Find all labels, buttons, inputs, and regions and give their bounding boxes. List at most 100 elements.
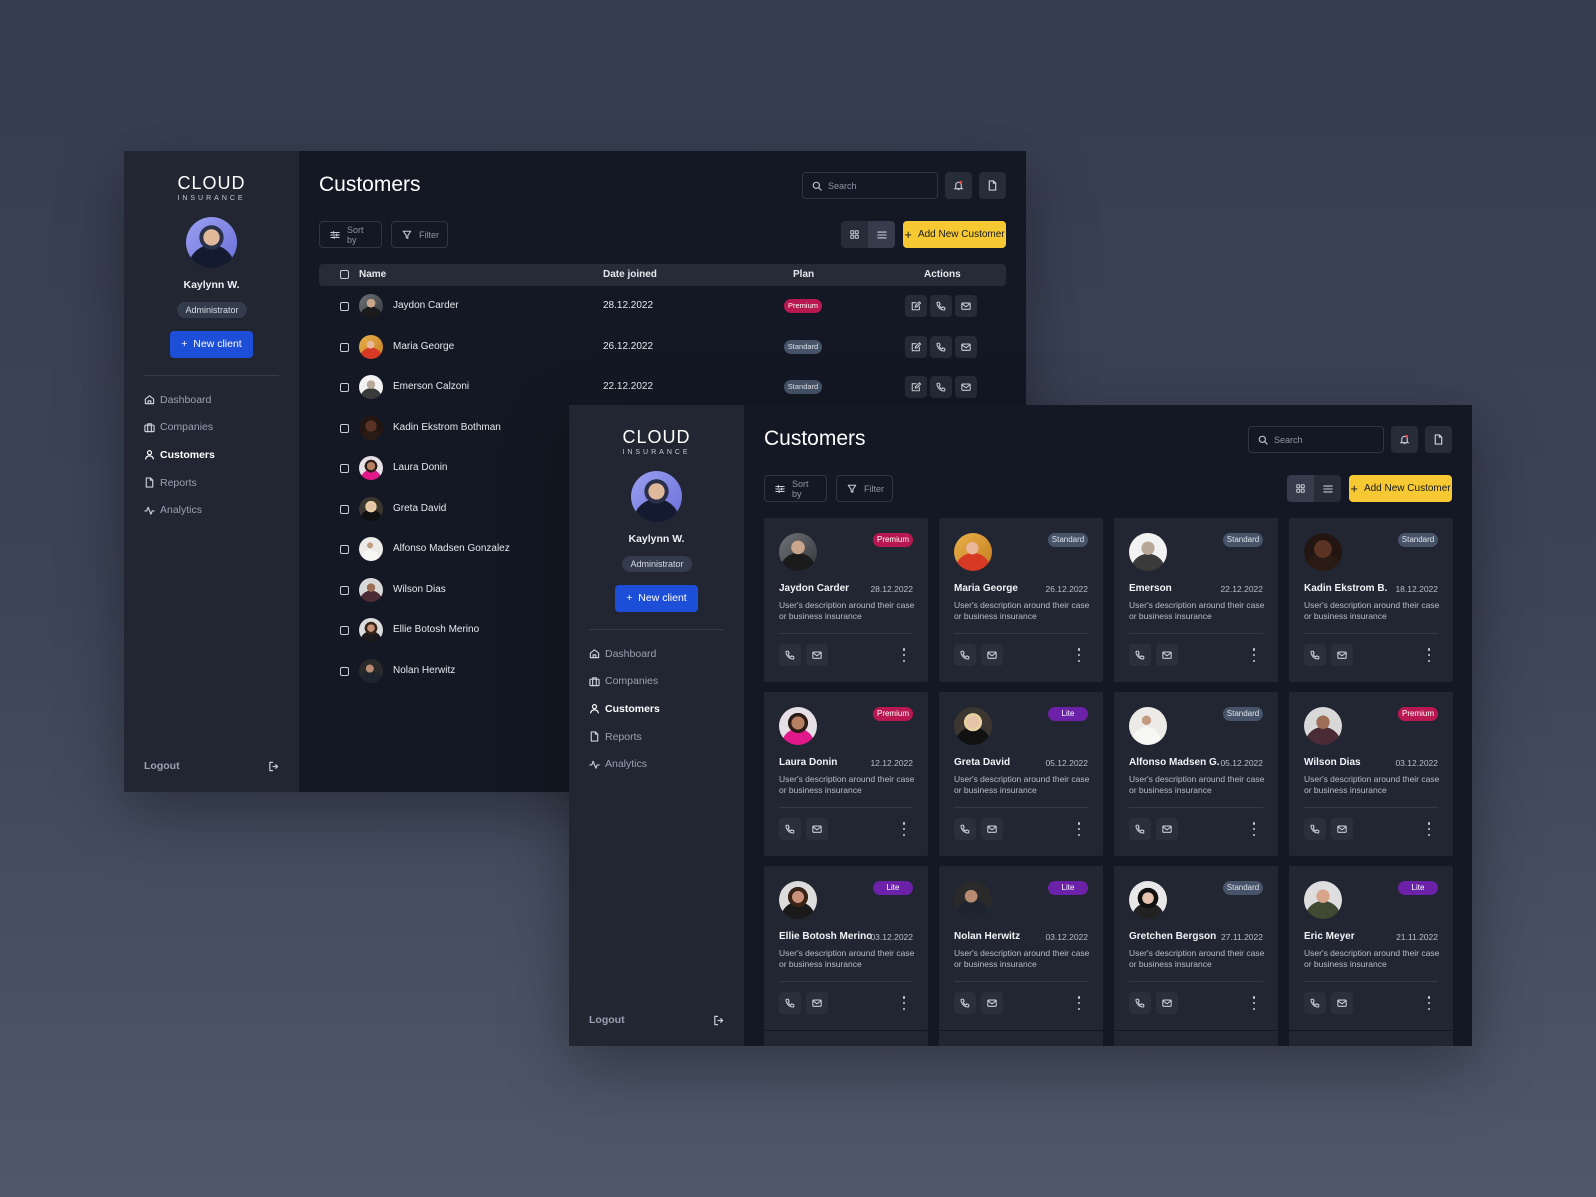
- customer-card[interactable]: [1289, 1031, 1453, 1046]
- email-button[interactable]: [955, 376, 977, 398]
- row-checkbox[interactable]: [340, 545, 349, 554]
- customer-card[interactable]: Standard Emerson 22.12.2022 User's descr…: [1114, 518, 1278, 682]
- customer-card[interactable]: Premium Jaydon Carder 28.12.2022 User's …: [764, 518, 928, 682]
- customer-name[interactable]: Nolan Herwitz: [954, 931, 1020, 942]
- edit-button[interactable]: [905, 376, 927, 398]
- customer-name[interactable]: Ellie Botosh Merino: [779, 931, 872, 942]
- more-options-icon[interactable]: [1252, 996, 1256, 1010]
- customer-card[interactable]: Lite Eric Meyer 21.11.2022 User's descri…: [1289, 866, 1453, 1030]
- sidebar-item-analytics[interactable]: Analytics: [589, 750, 729, 778]
- row-checkbox[interactable]: [340, 626, 349, 635]
- email-button[interactable]: [955, 295, 977, 317]
- grid-view-button[interactable]: [841, 221, 868, 248]
- row-checkbox[interactable]: [340, 342, 349, 352]
- edit-button[interactable]: [905, 295, 927, 317]
- call-button[interactable]: [954, 992, 976, 1014]
- customer-name[interactable]: Emerson: [1129, 583, 1172, 594]
- call-button[interactable]: [1304, 644, 1326, 666]
- row-checkbox[interactable]: [340, 383, 349, 392]
- email-button[interactable]: [981, 818, 1003, 840]
- more-options-icon[interactable]: [1077, 822, 1081, 836]
- column-name[interactable]: Name: [359, 269, 386, 280]
- email-button[interactable]: [806, 644, 828, 666]
- sidebar-item-companies[interactable]: Companies: [144, 414, 284, 442]
- customer-name[interactable]: Wilson Dias: [393, 584, 446, 595]
- table-row[interactable]: Jaydon Carder 28.12.2022 Premium: [319, 286, 1006, 326]
- more-options-icon[interactable]: [1252, 822, 1256, 836]
- row-checkbox[interactable]: [340, 585, 349, 595]
- add-new-customer-button[interactable]: + Add New Customer: [903, 221, 1006, 248]
- email-button[interactable]: [806, 992, 828, 1014]
- call-button[interactable]: [1304, 992, 1326, 1014]
- sidebar-item-customers[interactable]: Customers: [144, 441, 284, 469]
- call-button[interactable]: [779, 818, 801, 840]
- call-button[interactable]: [779, 992, 801, 1014]
- documents-button[interactable]: [1425, 426, 1452, 453]
- customer-card[interactable]: [1114, 1031, 1278, 1046]
- more-options-icon[interactable]: [1077, 648, 1081, 662]
- customer-name[interactable]: Laura Donin: [393, 462, 447, 473]
- row-checkbox[interactable]: [340, 464, 349, 473]
- customer-name[interactable]: Alfonso Madsen Gonzalez: [393, 543, 510, 554]
- customer-name[interactable]: Eric Meyer: [1304, 931, 1355, 942]
- customer-card[interactable]: Premium Wilson Dias 03.12.2022 User's de…: [1289, 692, 1453, 856]
- new-client-button[interactable]: + New client: [615, 585, 698, 612]
- customer-card[interactable]: [764, 1031, 928, 1046]
- table-row[interactable]: Emerson Calzoni 22.12.2022 Standard: [319, 367, 1006, 407]
- call-button[interactable]: [930, 335, 952, 358]
- customer-name[interactable]: Greta David: [393, 503, 446, 514]
- customer-card[interactable]: Lite Greta David 05.12.2022 User's descr…: [939, 692, 1103, 856]
- more-options-icon[interactable]: [1252, 648, 1256, 662]
- customer-name[interactable]: Wilson Dias: [1304, 757, 1361, 768]
- call-button[interactable]: [930, 376, 952, 398]
- customer-name[interactable]: Jaydon Carder: [779, 583, 849, 594]
- more-options-icon[interactable]: [902, 822, 906, 836]
- customer-name[interactable]: Greta David: [954, 757, 1010, 768]
- new-client-button[interactable]: + New client: [170, 331, 253, 358]
- sort-by-button[interactable]: Sort by: [319, 221, 382, 248]
- email-button[interactable]: [1331, 644, 1353, 666]
- more-options-icon[interactable]: [902, 648, 906, 662]
- filter-button[interactable]: Filter: [836, 475, 893, 502]
- customer-card[interactable]: [939, 1031, 1103, 1046]
- call-button[interactable]: [1129, 644, 1151, 666]
- customer-name[interactable]: Ellie Botosh Merino: [393, 624, 479, 635]
- call-button[interactable]: [930, 295, 952, 317]
- sort-by-button[interactable]: Sort by: [764, 475, 827, 502]
- add-new-customer-button[interactable]: + Add New Customer: [1349, 475, 1452, 502]
- customer-name[interactable]: Emerson Calzoni: [393, 381, 469, 392]
- edit-button[interactable]: [905, 335, 927, 358]
- search-input[interactable]: Search: [1248, 426, 1384, 453]
- sidebar-item-reports[interactable]: Reports: [144, 469, 284, 497]
- email-button[interactable]: [1156, 818, 1178, 840]
- call-button[interactable]: [954, 818, 976, 840]
- row-checkbox[interactable]: [340, 302, 349, 311]
- table-row[interactable]: Maria George 26.12.2022 Standard: [319, 327, 1006, 367]
- notifications-button[interactable]: [945, 172, 972, 199]
- sidebar-item-analytics[interactable]: Analytics: [144, 496, 284, 524]
- more-options-icon[interactable]: [1427, 996, 1431, 1010]
- customer-name[interactable]: Maria George: [393, 341, 454, 352]
- sidebar-item-dashboard[interactable]: Dashboard: [589, 640, 729, 668]
- customer-card[interactable]: Standard Kadin Ekstrom B. 18.12.2022 Use…: [1289, 518, 1453, 682]
- documents-button[interactable]: [979, 172, 1006, 199]
- customer-name[interactable]: Nolan Herwitz: [393, 665, 455, 676]
- more-options-icon[interactable]: [1077, 996, 1081, 1010]
- email-button[interactable]: [1156, 644, 1178, 666]
- call-button[interactable]: [779, 644, 801, 666]
- email-button[interactable]: [1156, 992, 1178, 1014]
- filter-button[interactable]: Filter: [391, 221, 448, 248]
- column-plan[interactable]: Plan: [793, 269, 814, 280]
- notifications-button[interactable]: [1391, 426, 1418, 453]
- customer-name[interactable]: Maria George: [954, 583, 1018, 594]
- email-button[interactable]: [981, 644, 1003, 666]
- customer-card[interactable]: Lite Ellie Botosh Merino 03.12.2022 User…: [764, 866, 928, 1030]
- list-view-button[interactable]: [1314, 475, 1341, 502]
- grid-view-button[interactable]: [1287, 475, 1314, 502]
- call-button[interactable]: [1129, 818, 1151, 840]
- customer-name[interactable]: Kadin Ekstrom Bothman: [393, 422, 501, 433]
- sidebar-item-reports[interactable]: Reports: [589, 723, 729, 751]
- select-all-checkbox[interactable]: [340, 270, 349, 279]
- sidebar-item-dashboard[interactable]: Dashboard: [144, 386, 284, 414]
- customer-card[interactable]: Premium Laura Donin 12.12.2022 User's de…: [764, 692, 928, 856]
